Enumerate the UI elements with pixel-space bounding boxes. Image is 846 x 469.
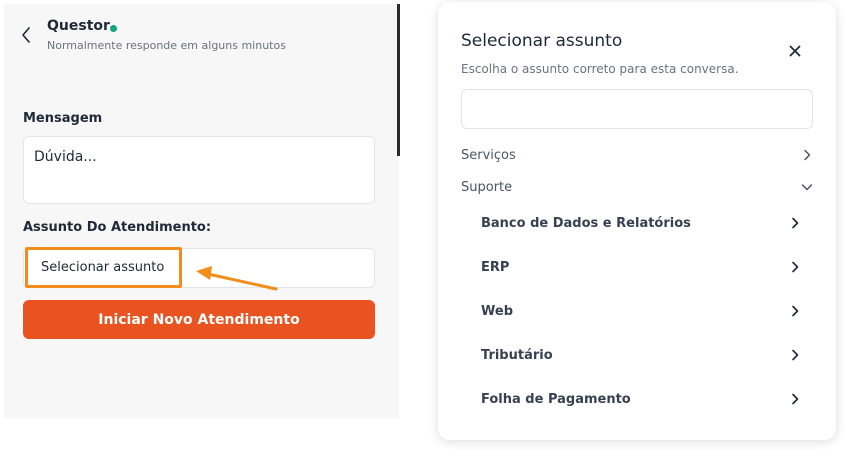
subject-select-highlighted[interactable]: Selecionar assunto [25,247,182,288]
subject-search-input[interactable] [461,89,813,129]
subcategory-label: Banco de Dados e Relatórios [481,215,691,231]
chevron-left-icon [21,27,31,47]
start-button-label: Iniciar Novo Atendimento [98,311,300,328]
close-button[interactable] [786,42,804,60]
chevron-right-icon [789,217,801,229]
chevron-right-icon [789,393,801,405]
category-label: Suporte [461,179,513,195]
chevron-right-icon [801,149,813,161]
panel-divider [397,4,400,156]
chat-header: Questor Normalmente responde em alguns m… [4,4,399,72]
chevron-right-icon [789,261,801,273]
chevron-right-icon [789,305,801,317]
subcategory-label: Folha de Pagamento [481,391,631,407]
close-icon [789,42,801,61]
subcategory-label: Tributário [481,347,553,363]
message-field[interactable]: Dúvida... [23,136,375,204]
category-suporte[interactable]: Suporte [461,176,813,198]
agent-name: Questor [47,18,110,34]
subcategory-item[interactable]: Tributário [481,342,801,368]
response-time-text: Normalmente responde em alguns minutos [47,39,286,52]
subcategory-label: Web [481,303,513,319]
annotation-arrow-icon [194,262,284,302]
subcategory-item[interactable]: ERP [481,254,801,280]
message-label: Mensagem [23,111,103,126]
subcategory-item[interactable]: Web [481,298,801,324]
category-label: Serviços [461,147,516,163]
chevron-right-icon [789,349,801,361]
screenshot-stage: Questor Normalmente responde em alguns m… [0,0,846,469]
select-subject-modal: Selecionar assunto Escolha o assunto cor… [438,2,836,440]
online-status-dot [110,25,117,32]
back-button[interactable] [18,26,34,48]
subcategory-label: ERP [481,259,510,275]
category-servicos[interactable]: Serviços [461,144,813,166]
subject-label: Assunto Do Atendimento: [23,220,212,235]
start-new-conversation-button[interactable]: Iniciar Novo Atendimento [23,300,375,339]
modal-title: Selecionar assunto [461,31,623,51]
modal-subtitle: Escolha o assunto correto para esta conv… [461,62,739,76]
subcategory-item[interactable]: Banco de Dados e Relatórios [481,210,801,236]
subcategory-item[interactable]: Folha de Pagamento [481,386,801,412]
chat-panel: Questor Normalmente responde em alguns m… [4,4,399,418]
chevron-down-icon [801,181,813,193]
